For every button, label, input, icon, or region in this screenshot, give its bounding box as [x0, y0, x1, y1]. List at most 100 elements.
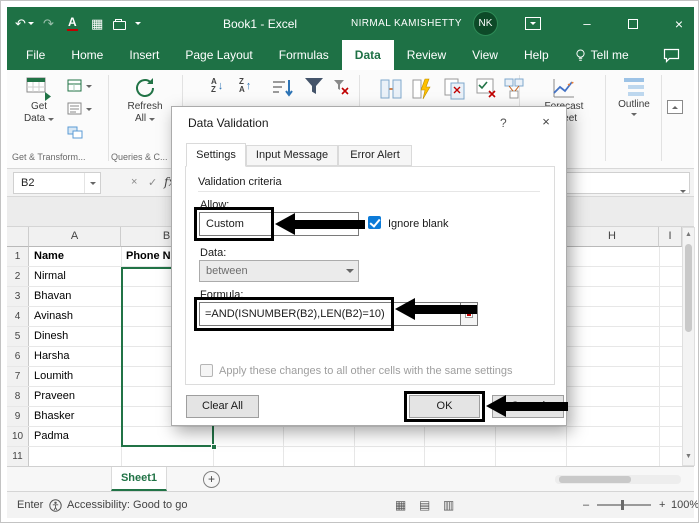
- name-box[interactable]: B2: [13, 172, 101, 194]
- select-all-corner[interactable]: [7, 227, 29, 247]
- column-header-i[interactable]: I: [659, 227, 682, 247]
- dialog-tab-settings[interactable]: Settings: [186, 143, 246, 167]
- cell-A3[interactable]: Bhavan: [30, 287, 121, 306]
- refresh-all-label: Refresh: [127, 101, 162, 113]
- tab-view[interactable]: View: [459, 40, 511, 70]
- ribbon-display-options-button[interactable]: [525, 7, 541, 40]
- row-header-9[interactable]: 9: [7, 407, 29, 426]
- tab-page-layout[interactable]: Page Layout: [172, 40, 265, 70]
- dialog-help-button[interactable]: ?: [500, 116, 507, 130]
- outline-button[interactable]: Outline: [609, 75, 659, 116]
- add-sheet-button[interactable]: +: [203, 471, 220, 488]
- flash-fill-button[interactable]: [411, 77, 433, 106]
- cell-A2[interactable]: Nirmal: [30, 267, 121, 286]
- row-header-1[interactable]: 1: [7, 247, 29, 266]
- horizontal-scrollbar[interactable]: [555, 475, 681, 484]
- tab-formulas[interactable]: Formulas: [266, 40, 342, 70]
- accessibility-status[interactable]: Accessibility: Good to go: [49, 492, 187, 518]
- get-data-button[interactable]: Get Data: [15, 75, 63, 125]
- page-layout-view-icon[interactable]: ▤: [419, 492, 430, 518]
- dialog-tab-error-alert[interactable]: Error Alert: [338, 145, 412, 166]
- cell-A6[interactable]: Harsha: [30, 347, 121, 366]
- row-header-11[interactable]: 11: [7, 447, 29, 466]
- data-validation-button[interactable]: [475, 77, 499, 106]
- cell-A4[interactable]: Avinash: [30, 307, 121, 326]
- tab-file[interactable]: File: [13, 40, 58, 70]
- cell-A8[interactable]: Praveen: [30, 387, 121, 406]
- maximize-button[interactable]: [613, 7, 653, 40]
- caret-down-icon: [149, 118, 155, 121]
- row-header-6[interactable]: 6: [7, 347, 29, 366]
- row-header-10[interactable]: 10: [7, 427, 29, 446]
- user-avatar[interactable]: NK: [473, 11, 498, 36]
- tab-insert[interactable]: Insert: [116, 40, 172, 70]
- filter-button[interactable]: [303, 76, 325, 101]
- row-header-4[interactable]: 4: [7, 307, 29, 326]
- dialog-close-button[interactable]: ×: [534, 113, 558, 131]
- clear-all-button[interactable]: Clear All: [186, 395, 259, 418]
- remove-duplicates-button[interactable]: [443, 77, 467, 106]
- scrollbar-thumb[interactable]: [685, 244, 692, 332]
- column-header-h[interactable]: H: [566, 227, 659, 247]
- cell-B11[interactable]: [122, 447, 213, 466]
- cell-A7[interactable]: Loumith: [30, 367, 121, 386]
- dialog-tab-input-message[interactable]: Input Message: [246, 145, 338, 166]
- zoom-out-button[interactable]: –: [583, 492, 589, 518]
- refresh-all-button[interactable]: Refresh All: [113, 75, 177, 125]
- expand-formula-bar-button[interactable]: [680, 180, 686, 198]
- zoom-slider[interactable]: [597, 492, 651, 518]
- customize-qat-button[interactable]: [135, 7, 141, 40]
- redo-button[interactable]: ↷: [43, 7, 54, 40]
- name-box-dropdown[interactable]: [84, 173, 100, 193]
- tab-help[interactable]: Help: [511, 40, 562, 70]
- sort-az-button[interactable]: AZ ↓: [211, 78, 223, 94]
- minimize-button[interactable]: –: [567, 7, 607, 40]
- consolidate-button[interactable]: [503, 77, 525, 106]
- ignore-blank-checkbox[interactable]: [368, 216, 381, 234]
- column-header-a[interactable]: A: [29, 227, 121, 247]
- tab-review[interactable]: Review: [394, 40, 459, 70]
- tab-data[interactable]: Data: [342, 40, 394, 70]
- cell-A1[interactable]: Name: [30, 247, 121, 266]
- clear-filter-button[interactable]: [333, 79, 349, 100]
- text-to-columns-button[interactable]: [379, 77, 403, 106]
- vertical-scrollbar[interactable]: ▲ ▼: [682, 227, 695, 466]
- zoom-slider-thumb[interactable]: [621, 500, 624, 510]
- sort-za-button[interactable]: ZA ↑: [239, 78, 251, 94]
- close-button[interactable]: ×: [659, 7, 699, 40]
- zoom-level[interactable]: 100%: [671, 492, 699, 518]
- sort-button[interactable]: [269, 76, 295, 107]
- row-header-7[interactable]: 7: [7, 367, 29, 386]
- comments-button[interactable]: [663, 48, 680, 68]
- from-text-button[interactable]: [67, 79, 92, 93]
- cancel-entry-button[interactable]: ×: [131, 176, 137, 188]
- page-break-view-icon[interactable]: ▥: [443, 492, 454, 518]
- borders-button[interactable]: ▦: [91, 7, 103, 40]
- row-header-5[interactable]: 5: [7, 327, 29, 346]
- divider: [198, 191, 540, 192]
- existing-connections-button[interactable]: [67, 125, 83, 139]
- underline-button[interactable]: A: [67, 7, 78, 40]
- scroll-down-icon[interactable]: ▼: [683, 450, 694, 464]
- row-header-2[interactable]: 2: [7, 267, 29, 286]
- cell-A9[interactable]: Bhasker: [30, 407, 121, 426]
- fill-handle[interactable]: [211, 444, 217, 450]
- sheet-tab-sheet1[interactable]: Sheet1: [111, 467, 167, 491]
- row-header-8[interactable]: 8: [7, 387, 29, 406]
- tell-me[interactable]: Tell me: [562, 40, 642, 70]
- recent-sources-button[interactable]: [67, 102, 92, 116]
- scroll-up-icon[interactable]: ▲: [683, 228, 694, 242]
- row-header-3[interactable]: 3: [7, 287, 29, 306]
- collapse-panel-button[interactable]: [667, 100, 683, 114]
- cell-A10[interactable]: Padma: [30, 427, 121, 446]
- zoom-in-button[interactable]: +: [659, 492, 665, 518]
- scrollbar-thumb[interactable]: [559, 476, 631, 483]
- open-button[interactable]: [113, 7, 126, 40]
- refresh-icon: [133, 75, 157, 101]
- normal-view-icon[interactable]: ▦: [395, 492, 406, 518]
- cell-A5[interactable]: Dinesh: [30, 327, 121, 346]
- tab-home[interactable]: Home: [58, 40, 116, 70]
- undo-button[interactable]: ↶: [15, 7, 34, 40]
- cell-A11[interactable]: [30, 447, 121, 466]
- enter-entry-button[interactable]: ✓: [148, 176, 157, 189]
